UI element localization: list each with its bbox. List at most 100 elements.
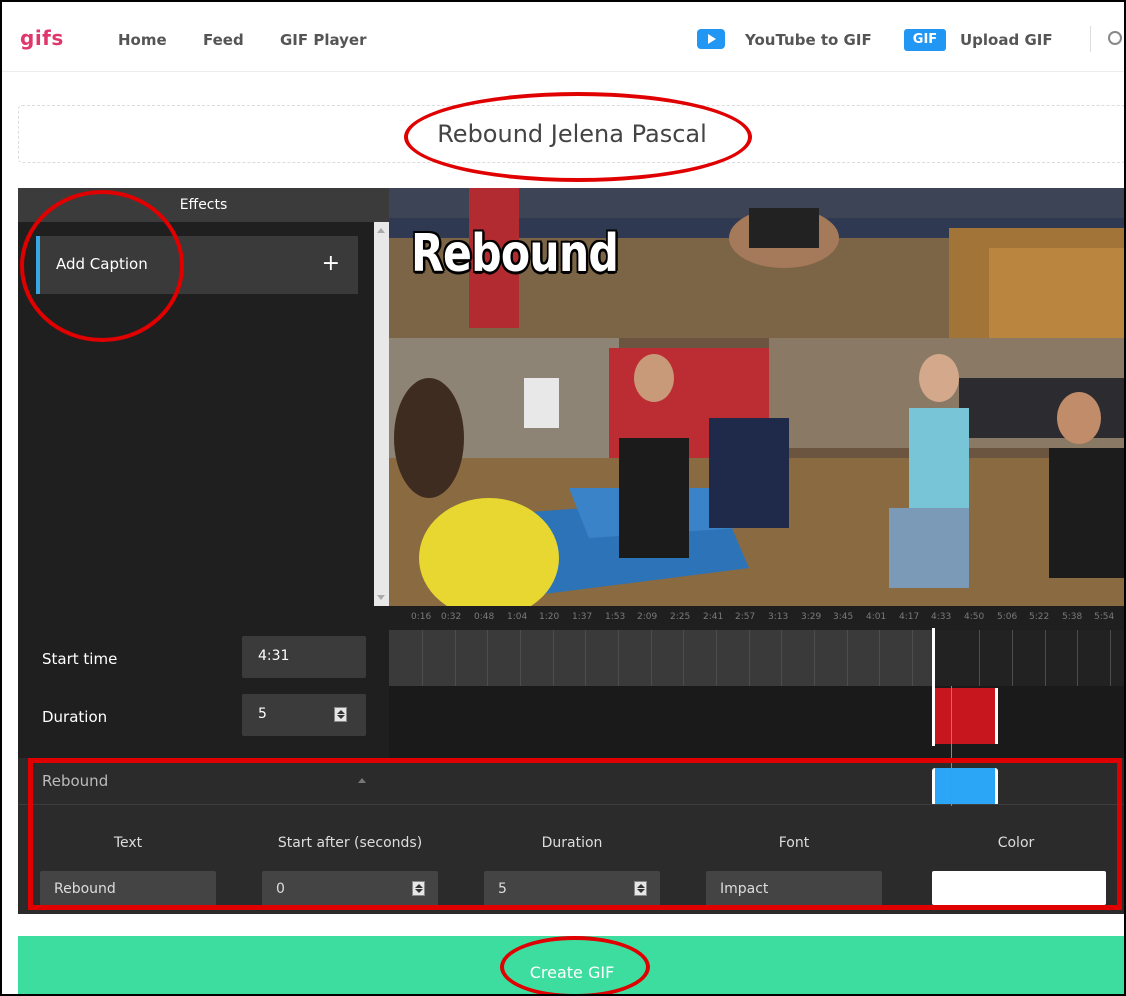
start-after-stepper-icon[interactable] bbox=[412, 881, 425, 896]
scroll-up-icon[interactable] bbox=[377, 228, 385, 233]
track-gridline bbox=[683, 630, 684, 686]
tick-label: 2:25 bbox=[670, 612, 691, 622]
timeline-track[interactable] bbox=[389, 630, 1126, 686]
start-after-label: Start after (seconds) bbox=[277, 835, 423, 851]
nav-upload-gif[interactable]: Upload GIF bbox=[960, 31, 1053, 49]
collapse-arrow-icon[interactable] bbox=[358, 778, 366, 783]
track-gridline bbox=[847, 630, 848, 686]
tick-label: 4:01 bbox=[866, 612, 887, 622]
playhead-line bbox=[951, 686, 952, 806]
tick-label: 4:33 bbox=[931, 612, 952, 622]
caption-duration-input[interactable]: 5 bbox=[484, 871, 660, 907]
tick-label: 4:17 bbox=[899, 612, 920, 622]
effects-scrollbar[interactable] bbox=[374, 222, 389, 606]
caption-clip-segment[interactable] bbox=[932, 768, 998, 806]
caption-name: Rebound bbox=[42, 772, 109, 790]
caption-text-input[interactable]: Rebound bbox=[40, 871, 216, 907]
track-gridline bbox=[618, 630, 619, 686]
video-preview[interactable]: Rebound bbox=[389, 188, 1126, 606]
color-label: Color bbox=[997, 835, 1035, 851]
track-gridline bbox=[455, 630, 456, 686]
track-gridline bbox=[651, 630, 652, 686]
duration-value: 5 bbox=[258, 706, 267, 722]
tick-label: 3:29 bbox=[801, 612, 822, 622]
site-logo[interactable]: gifs bbox=[20, 26, 64, 50]
caption-duration-label: Duration bbox=[541, 835, 603, 851]
track-gridline bbox=[1045, 630, 1046, 686]
track-gridline bbox=[520, 630, 521, 686]
caption-properties: Text Rebound Start after (seconds) 0 Dur… bbox=[18, 804, 1126, 914]
add-caption-button[interactable]: Add Caption + bbox=[36, 236, 358, 294]
tick-label: 5:06 bbox=[997, 612, 1018, 622]
clip-track bbox=[389, 686, 1126, 758]
tick-label: 1:53 bbox=[605, 612, 626, 622]
track-gridline bbox=[553, 630, 554, 686]
plus-icon[interactable]: + bbox=[322, 250, 340, 278]
track-gridline bbox=[749, 630, 750, 686]
start-time-input[interactable]: 4:31 bbox=[242, 636, 366, 678]
tick-label: 1:20 bbox=[539, 612, 560, 622]
font-label: Font bbox=[778, 835, 810, 851]
gif-title-field[interactable] bbox=[18, 105, 1126, 163]
effects-panel: Effects Add Caption + bbox=[18, 188, 389, 606]
track-gridline bbox=[979, 630, 980, 686]
tick-label: 5:38 bbox=[1062, 612, 1083, 622]
video-clip-segment[interactable] bbox=[934, 688, 998, 744]
add-caption-label: Add Caption bbox=[56, 255, 148, 273]
duration-input[interactable]: 5 bbox=[242, 694, 366, 736]
track-gridline bbox=[879, 630, 880, 686]
search-icon[interactable] bbox=[1108, 31, 1122, 45]
text-label: Text bbox=[113, 835, 143, 851]
track-gridline bbox=[1077, 630, 1078, 686]
duration-stepper-icon[interactable] bbox=[334, 707, 347, 722]
tick-label: 2:57 bbox=[735, 612, 756, 622]
effects-header: Effects bbox=[18, 188, 389, 222]
nav-feed[interactable]: Feed bbox=[203, 31, 244, 49]
playhead-handle[interactable] bbox=[932, 628, 935, 746]
track-gridline bbox=[585, 630, 586, 686]
scroll-down-icon[interactable] bbox=[377, 595, 385, 600]
track-gridline bbox=[422, 630, 423, 686]
track-gridline bbox=[912, 630, 913, 686]
nav-gif-player[interactable]: GIF Player bbox=[280, 31, 367, 49]
nav-home[interactable]: Home bbox=[118, 31, 167, 49]
effects-list: Add Caption + bbox=[18, 222, 374, 606]
gif-icon[interactable]: GIF bbox=[904, 29, 946, 51]
tick-label: 3:45 bbox=[833, 612, 854, 622]
font-value: Impact bbox=[720, 881, 769, 897]
tick-label: 1:04 bbox=[507, 612, 528, 622]
tick-label: 5:54 bbox=[1094, 612, 1115, 622]
nav-youtube-to-gif[interactable]: YouTube to GIF bbox=[745, 31, 872, 49]
caption-text-value: Rebound bbox=[54, 881, 116, 897]
duration-label: Duration bbox=[42, 708, 108, 726]
start-after-value: 0 bbox=[276, 881, 285, 897]
tick-label: 0:48 bbox=[474, 612, 495, 622]
track-gridline bbox=[487, 630, 488, 686]
track-selection-region bbox=[935, 630, 1126, 686]
color-picker[interactable] bbox=[932, 871, 1106, 905]
nav-divider bbox=[1090, 26, 1091, 52]
gif-editor: Effects Add Caption + Rebound 0:16 0:32 … bbox=[18, 188, 1126, 914]
tick-label: 4:50 bbox=[964, 612, 985, 622]
create-gif-button[interactable]: Create GIF bbox=[18, 936, 1126, 996]
font-select[interactable]: Impact bbox=[706, 871, 882, 907]
tick-label: 3:13 bbox=[768, 612, 789, 622]
gif-title-input[interactable] bbox=[19, 106, 1125, 162]
start-time-value: 4:31 bbox=[258, 648, 290, 664]
start-after-input[interactable]: 0 bbox=[262, 871, 438, 907]
tick-label: 0:32 bbox=[441, 612, 462, 622]
track-gridline bbox=[1110, 630, 1111, 686]
video-caption-overlay: Rebound bbox=[411, 224, 619, 284]
caption-duration-stepper-icon[interactable] bbox=[634, 881, 647, 896]
track-gridline bbox=[781, 630, 782, 686]
tick-label: 2:09 bbox=[637, 612, 658, 622]
top-navigation: gifs Home Feed GIF Player YouTube to GIF… bbox=[0, 0, 1126, 72]
track-gridline bbox=[716, 630, 717, 686]
tick-label: 1:37 bbox=[572, 612, 593, 622]
caption-duration-value: 5 bbox=[498, 881, 507, 897]
youtube-play-icon[interactable] bbox=[697, 29, 725, 49]
tick-label: 2:41 bbox=[703, 612, 724, 622]
track-gridline bbox=[814, 630, 815, 686]
tick-label: 5:22 bbox=[1029, 612, 1050, 622]
tick-label: 0:16 bbox=[411, 612, 432, 622]
